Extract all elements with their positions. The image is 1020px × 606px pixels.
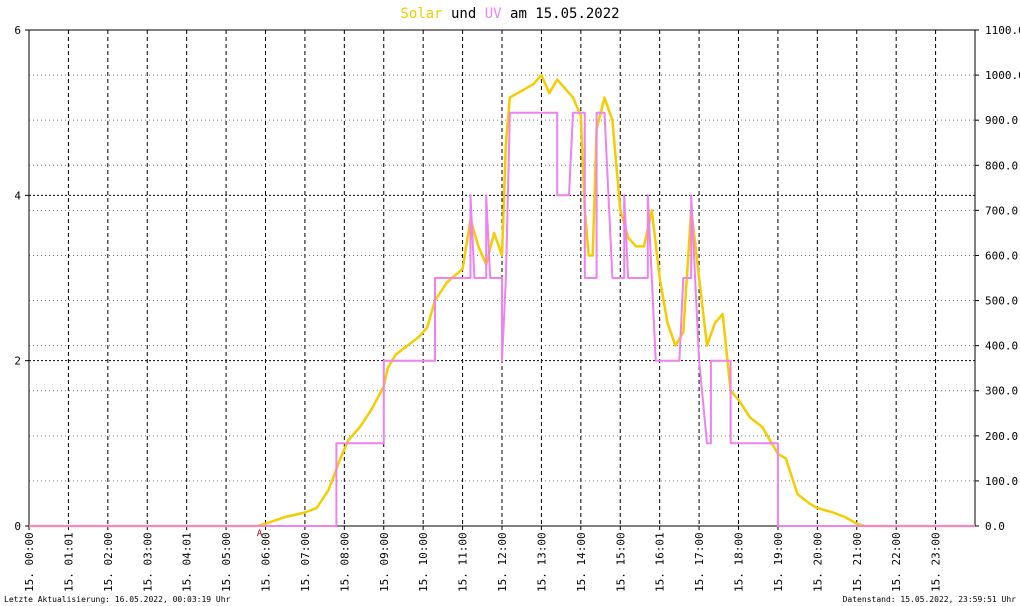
x-tick-label: 15. 04:01 xyxy=(181,532,194,592)
y-left-tick-label: 4 xyxy=(14,189,21,202)
y-right-tick-label: 200.0 xyxy=(985,430,1018,443)
x-tick-label: 15. 13:00 xyxy=(535,532,548,592)
x-tick-label: 15. 12:00 xyxy=(496,532,509,592)
x-tick-label: 15. 18:00 xyxy=(733,532,746,592)
y-right-tick-label: 600.0 xyxy=(985,249,1018,262)
x-tick-label: 15. 23:00 xyxy=(930,532,943,592)
x-tick-label: 15. 19:00 xyxy=(772,532,785,592)
y-right-tick-label: 800.0 xyxy=(985,159,1018,172)
y-right-tick-label: 700.0 xyxy=(985,204,1018,217)
x-tick-label: 15. 20:00 xyxy=(811,532,824,592)
x-tick-label: 15. 22:00 xyxy=(890,532,903,592)
x-tick-label: 15. 02:00 xyxy=(102,532,115,592)
x-tick-label: 15. 03:00 xyxy=(141,532,154,592)
y-right-tick-label: 1000.0 xyxy=(985,69,1020,82)
y-right-tick-label: 300.0 xyxy=(985,385,1018,398)
x-tick-label: 15. 15:00 xyxy=(614,532,627,592)
x-tick-label: 15. 06:00 xyxy=(260,532,273,592)
y-right-tick-label: 1100.0 xyxy=(985,24,1020,37)
chart-canvas: Solar und UV am 15.05.2022 0 2 4 6 0.0 100.0 2… xyxy=(14,6,1020,592)
title-date: am 15.05.2022 xyxy=(510,6,620,22)
y-left-tick-label: 0 xyxy=(14,520,21,533)
marker-a: A xyxy=(257,529,263,539)
x-tick-label: 15. 10:00 xyxy=(417,532,430,592)
y-left-tick-label: 6 xyxy=(14,24,21,37)
x-tick-label: 15. 17:00 xyxy=(693,532,706,592)
footer-data-status: Datenstand: 15.05.2022, 23:59:51 Uhr xyxy=(842,595,1016,604)
x-tick-label: 15. 07:00 xyxy=(299,532,312,592)
title-uv: UV xyxy=(485,6,502,22)
x-tick-label: 15. 16:01 xyxy=(654,532,667,592)
x-tick-label: 15. 21:00 xyxy=(851,532,864,592)
y-right-tick-label: 900.0 xyxy=(985,114,1018,127)
x-tick-label: 15. 08:00 xyxy=(338,532,351,592)
tick-labels: 0 2 4 6 0.0 100.0 200.0 300.0 400.0 500.0 600.0 700… xyxy=(14,24,1020,592)
y-right-tick-label: 400.0 xyxy=(985,340,1018,353)
x-tick-label: 15. 05:00 xyxy=(220,532,233,592)
x-tick-label: 15. 09:00 xyxy=(378,532,391,592)
x-tick-label: 15. 14:00 xyxy=(575,532,588,592)
footer-last-update: Letzte Aktualisierung: 16.05.2022, 00:03… xyxy=(4,595,231,604)
y-right-tick-label: 500.0 xyxy=(985,295,1018,308)
title-solar: Solar xyxy=(400,6,442,22)
title-und: und xyxy=(451,6,476,22)
x-tick-label: 15. 11:00 xyxy=(457,532,470,592)
y-left-tick-label: 2 xyxy=(14,355,21,368)
chart-title: Solar und UV am 15.05.2022 xyxy=(400,6,619,22)
y-right-tick-label: 0.0 xyxy=(985,520,1005,533)
x-tick-label: 15. 01:01 xyxy=(62,532,75,592)
y-right-tick-label: 100.0 xyxy=(985,475,1018,488)
x-tick-label: 15. 00:00 xyxy=(23,532,36,592)
